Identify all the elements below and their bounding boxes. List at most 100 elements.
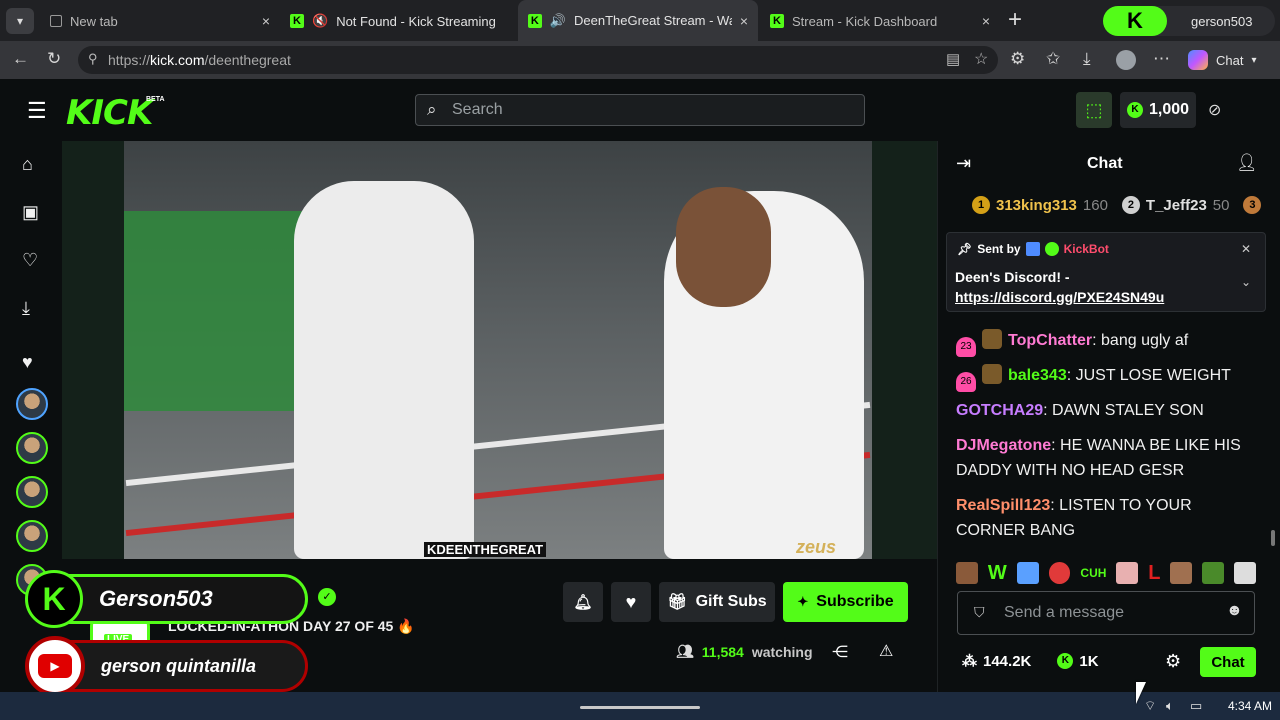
- clips-icon[interactable]: ⤓: [22, 298, 30, 319]
- rank-badge: 1: [972, 196, 990, 214]
- youtube-logo-icon: ▶: [25, 636, 85, 696]
- emoji-picker-icon[interactable]: ☻: [1226, 602, 1243, 620]
- emote-cuh[interactable]: CUH: [1080, 566, 1106, 580]
- favorites-icon[interactable]: ✩: [1046, 49, 1060, 69]
- report-warning-icon[interactable]: ⚠: [879, 641, 893, 661]
- verified-icon: [1044, 242, 1059, 256]
- close-icon[interactable]: ×: [740, 13, 748, 29]
- subscribe-button[interactable]: ✦ Subscribe: [783, 582, 908, 622]
- search-input[interactable]: ⌕ Search: [415, 94, 865, 126]
- tab-deenthegreat[interactable]: K 🔊 DeenTheGreat Stream - Watc ×: [518, 0, 758, 41]
- browser-tab-bar: ▾ New tab × K 🔇 Not Found - Kick Streami…: [0, 0, 1280, 41]
- chat-username[interactable]: TopChatter: [1008, 332, 1092, 349]
- taskbar-handle[interactable]: [580, 706, 700, 709]
- chat-username[interactable]: GOTCHA29: [956, 402, 1043, 419]
- kick-logo[interactable]: KICK: [66, 93, 153, 133]
- emote-icon[interactable]: [1202, 562, 1225, 584]
- emote-icon[interactable]: [1234, 562, 1257, 584]
- notifications-bell-button[interactable]: 🔔︎: [563, 582, 603, 622]
- user-menu-icon[interactable]: ⊘: [1208, 100, 1221, 120]
- share-icon[interactable]: ⋲: [832, 642, 848, 662]
- pinned-text: Deen's Discord! -: [955, 269, 1070, 285]
- chat-stats: ⁂ 144.2K K 1K: [962, 652, 1099, 671]
- subscribe-label: Subscribe: [816, 593, 894, 610]
- profile-chip[interactable]: K gerson503: [1103, 6, 1275, 36]
- menu-icon[interactable]: ☰: [27, 98, 47, 124]
- tab-title: Not Found - Kick Streaming: [336, 13, 496, 29]
- leader-name[interactable]: 313king313: [996, 197, 1077, 214]
- trainer-head: [676, 187, 771, 307]
- chat-scrollbar[interactable]: [1271, 530, 1275, 546]
- followed-channel-avatar[interactable]: [16, 388, 48, 420]
- followed-channel-avatar[interactable]: [16, 520, 48, 552]
- favorite-star-icon[interactable]: ☆: [974, 49, 988, 69]
- following-section-heart-icon: ♥: [22, 352, 33, 372]
- gift-icon: 🎁︎: [667, 594, 688, 611]
- search-placeholder: Search: [452, 101, 503, 118]
- emote-icon[interactable]: [1170, 562, 1193, 584]
- chevron-down-icon[interactable]: ⌄: [1241, 275, 1251, 289]
- send-chat-button[interactable]: Chat: [1200, 647, 1256, 677]
- reader-mode-icon[interactable]: ▤: [946, 50, 960, 68]
- browse-icon[interactable]: ▣: [22, 202, 39, 223]
- muted-speaker-icon[interactable]: 🔇: [312, 13, 328, 29]
- address-bar[interactable]: ⚲ https://kick.com/deenthegreat ▤ ☆: [78, 46, 998, 74]
- tab-not-found[interactable]: K 🔇 Not Found - Kick Streaming: [280, 6, 520, 36]
- downloads-icon[interactable]: ⤓: [1083, 49, 1091, 69]
- copilot-chat-button[interactable]: Chat ▾: [1188, 50, 1257, 70]
- profile-avatar[interactable]: [1116, 50, 1136, 70]
- close-icon[interactable]: ×: [262, 13, 270, 29]
- speaker-icon[interactable]: 🔊: [550, 13, 566, 29]
- sub-badge: 26: [956, 372, 976, 392]
- followed-channel-avatar[interactable]: [16, 476, 48, 508]
- beta-badge: BETA: [146, 96, 165, 103]
- copilot-icon: [1188, 50, 1208, 70]
- points-button[interactable]: K 1,000: [1120, 92, 1196, 128]
- chat-input-placeholder: Send a message: [1004, 604, 1125, 621]
- chat-users-icon[interactable]: 👤︎: [1236, 153, 1258, 173]
- site-info-icon[interactable]: ⚲: [88, 51, 98, 67]
- following-heart-icon[interactable]: ♡: [22, 250, 38, 271]
- tab-new-tab[interactable]: New tab ×: [40, 6, 280, 36]
- tab-kick-dashboard[interactable]: K Stream - Kick Dashboard ×: [760, 6, 1000, 36]
- url-path: /deenthegreat: [204, 52, 291, 68]
- chat-message: 23 TopChatter: bang ugly af: [956, 328, 1256, 357]
- chat-text: bang ugly af: [1101, 332, 1189, 349]
- back-arrow-icon[interactable]: ←: [12, 49, 29, 69]
- discord-link[interactable]: https://discord.gg/PXE24SN49u: [955, 289, 1164, 305]
- close-icon[interactable]: ×: [982, 13, 990, 29]
- more-options-icon[interactable]: ⋯: [1153, 49, 1170, 69]
- video-player[interactable]: KDEENTHEGREAT zeus: [124, 141, 872, 559]
- volume-icon[interactable]: 🔈︎: [1166, 698, 1174, 714]
- unpin-icon[interactable]: ✕: [1241, 242, 1251, 256]
- chat-message: GOTCHA29: DAWN STALEY SON: [956, 402, 1204, 419]
- extensions-icon[interactable]: ⚙: [1010, 49, 1025, 69]
- emote-icon[interactable]: [1048, 562, 1071, 584]
- home-icon[interactable]: ⌂: [22, 154, 33, 175]
- bot-name[interactable]: KickBot: [1064, 242, 1109, 256]
- leader-name[interactable]: T_Jeff23: [1146, 197, 1207, 214]
- gift-subs-button[interactable]: 🎁︎ Gift Subs: [659, 582, 775, 622]
- kicks-count: 1K: [1079, 652, 1099, 670]
- chat-username[interactable]: RealSpill123: [956, 497, 1050, 514]
- chevron-down-icon: ▾: [1251, 54, 1257, 66]
- new-tab-button[interactable]: +: [1008, 6, 1022, 34]
- battery-icon[interactable]: ▭: [1190, 698, 1202, 714]
- rank-badge: 3: [1243, 196, 1262, 214]
- follow-heart-button[interactable]: ♥: [611, 582, 651, 622]
- reload-icon[interactable]: ↻: [47, 49, 61, 69]
- chat-settings-gear-icon[interactable]: ⚙: [1165, 651, 1181, 672]
- chat-username[interactable]: DJMegatone: [956, 437, 1051, 454]
- points-value: 1,000: [1148, 101, 1190, 118]
- emote-w[interactable]: W: [988, 562, 1007, 585]
- tab-actions-button[interactable]: ▾: [6, 8, 34, 34]
- emote-icon[interactable]: [956, 562, 978, 584]
- drops-button[interactable]: ⬚: [1076, 92, 1112, 128]
- emote-icon[interactable]: [1116, 562, 1139, 584]
- followed-channel-avatar[interactable]: [16, 432, 48, 464]
- emote-icon[interactable]: [1016, 562, 1039, 584]
- collapse-chat-icon[interactable]: ⇥: [956, 153, 971, 174]
- chat-message-input[interactable]: ⛉ Send a message ☻: [957, 591, 1255, 635]
- emote-l[interactable]: L: [1148, 562, 1160, 585]
- chat-username[interactable]: bale343: [1008, 367, 1067, 384]
